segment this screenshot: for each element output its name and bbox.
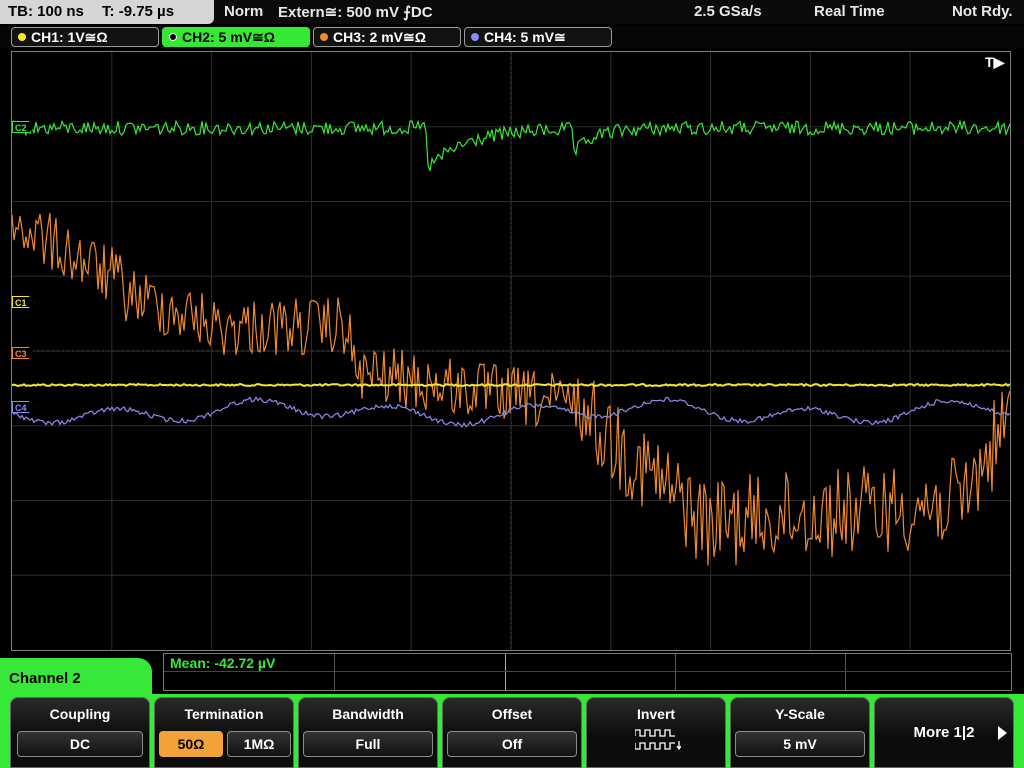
timebase-box[interactable]: TB: 100 ns T: -9.75 µs: [0, 0, 214, 24]
tab-ch3[interactable]: CH3: 2 mV≅Ω: [313, 27, 461, 47]
yscale-value[interactable]: 5 mV: [735, 731, 865, 757]
termination-50-option[interactable]: 50Ω: [159, 731, 223, 757]
termination-title: Termination: [184, 706, 264, 722]
ch2-label: CH2: 5 mV≅Ω: [182, 29, 275, 45]
ch3-dot-icon: [320, 33, 328, 41]
mean-measurement: Mean: -42.72 µV: [170, 655, 276, 671]
coupling-title: Coupling: [49, 706, 111, 722]
offset-title: Offset: [491, 706, 533, 722]
status-bar: TB: 100 ns T: -9.75 µs Norm Extern≅: 500…: [0, 0, 1024, 24]
invert-softkey[interactable]: Invert: [586, 697, 726, 768]
trigger-mode[interactable]: Norm: [224, 3, 263, 20]
tab-ch4[interactable]: CH4: 5 mV≅: [464, 27, 612, 47]
ch1-dot-icon: [18, 33, 26, 41]
yscale-title: Y-Scale: [775, 706, 825, 722]
tab-ch2[interactable]: CH2: 5 mV≅Ω: [162, 27, 310, 47]
invert-title: Invert: [636, 706, 676, 722]
termination-1m-option[interactable]: 1MΩ: [227, 731, 291, 757]
trigger-state: Not Rdy.: [952, 3, 1013, 20]
termination-softkey[interactable]: Termination 50Ω 1MΩ: [154, 697, 294, 768]
graticule: [12, 52, 1010, 650]
ch4-dot-icon: [471, 33, 479, 41]
tab-ch1[interactable]: CH1: 1V≅Ω: [11, 27, 159, 47]
offset-value[interactable]: Off: [447, 731, 577, 757]
yscale-softkey[interactable]: Y-Scale 5 mV: [730, 697, 870, 768]
timebase-label: TB: 100 ns: [8, 3, 84, 20]
ch3-label: CH3: 2 mV≅Ω: [333, 29, 426, 45]
waveform-display[interactable]: [11, 51, 1011, 651]
more-softkey[interactable]: More 1|2: [874, 697, 1014, 768]
sample-rate: 2.5 GSa/s: [694, 3, 762, 20]
coupling-value[interactable]: DC: [17, 731, 143, 757]
ch1-label: CH1: 1V≅Ω: [31, 29, 108, 45]
ch2-dot-icon: [169, 33, 177, 41]
ch4-label: CH4: 5 mV≅: [484, 29, 566, 45]
acquisition-mode: Real Time: [814, 3, 885, 20]
more-label: More 1|2: [913, 724, 975, 741]
bandwidth-title: Bandwidth: [332, 706, 404, 722]
coupling-softkey[interactable]: Coupling DC: [10, 697, 150, 768]
measurement-panel: Mean: -42.72 µV: [163, 653, 1012, 691]
page-arrow-icon: [998, 726, 1007, 740]
bandwidth-value[interactable]: Full: [303, 731, 433, 757]
waveform-canvas: [12, 52, 1010, 650]
trigger-position-marker[interactable]: T▶: [985, 54, 1004, 71]
bandwidth-softkey[interactable]: Bandwidth Full: [298, 697, 438, 768]
offset-softkey[interactable]: Offset Off: [442, 697, 582, 768]
invert-waveform-icon: [635, 729, 681, 751]
trigger-time-label: T: -9.75 µs: [102, 3, 175, 20]
trigger-source[interactable]: Extern≅: 500 mV ⨍DC: [278, 3, 433, 21]
